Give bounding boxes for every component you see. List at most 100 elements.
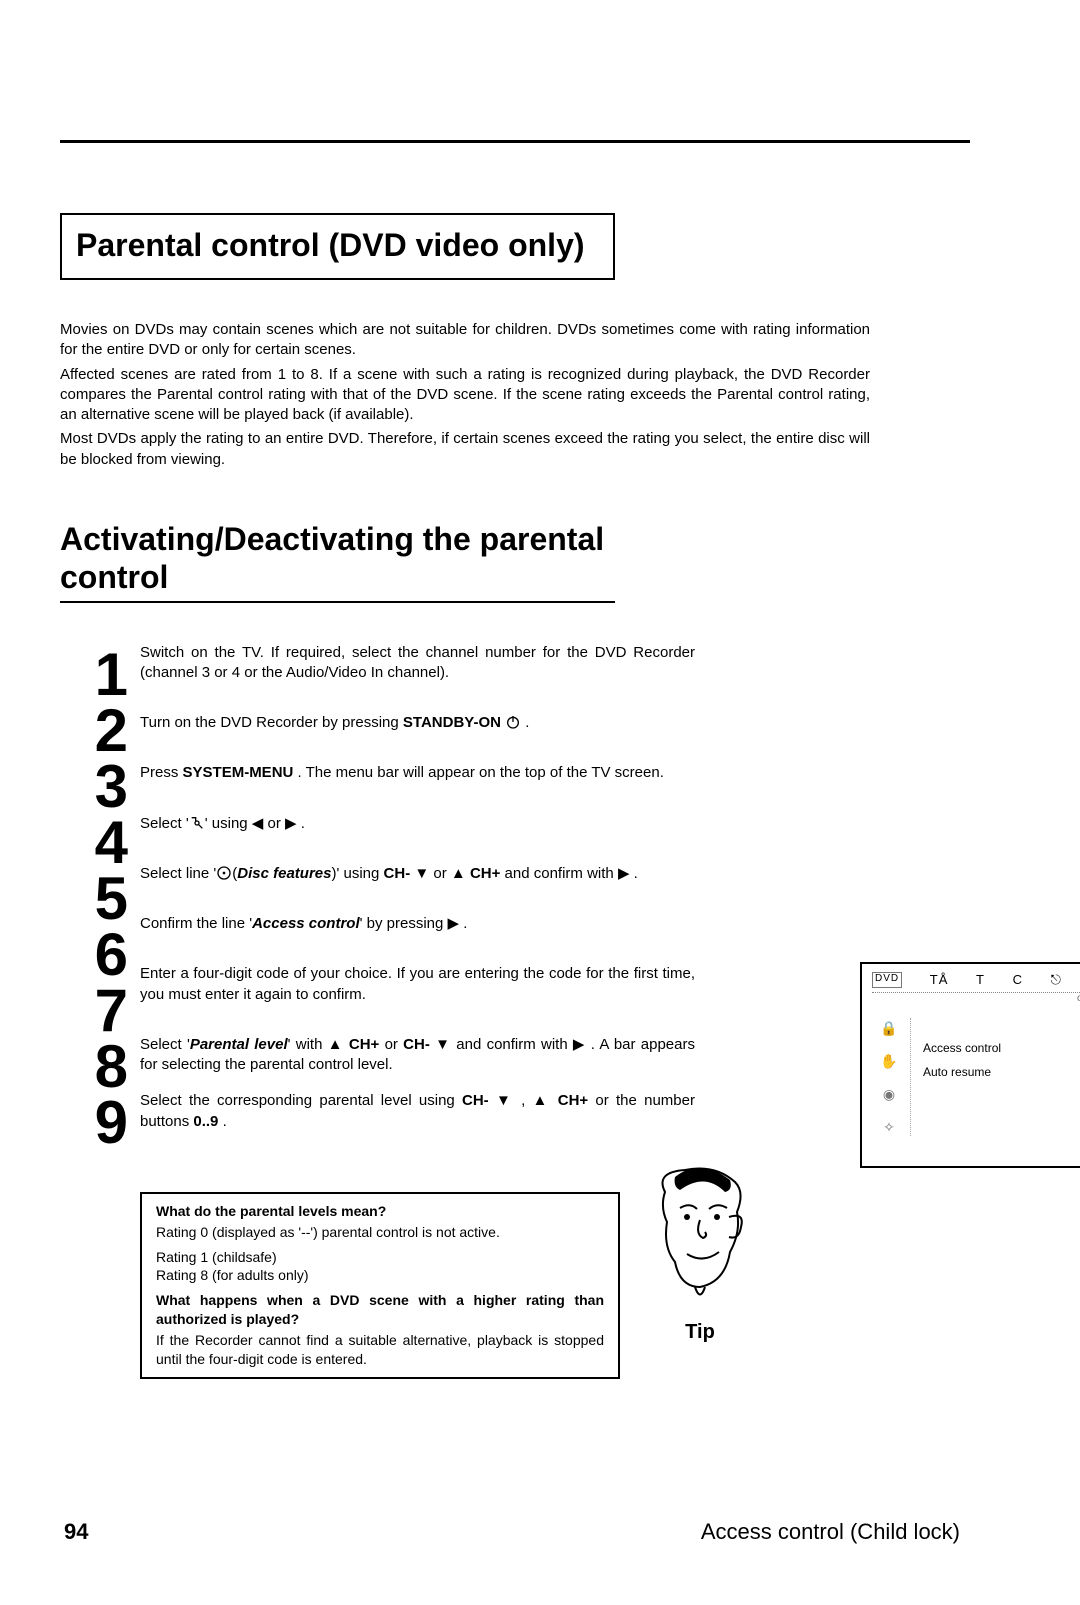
intro-p2: Affected scenes are rated from 1 to 8. I… (60, 365, 870, 426)
num-5: 5 (60, 871, 140, 927)
s8-c: ' with (288, 1036, 328, 1053)
step-9: Select the corresponding parental level … (140, 1091, 695, 1132)
parental-level-label: Parental level (190, 1036, 288, 1053)
tip-a2: If the Recorder cannot find a suitable a… (156, 1331, 604, 1369)
step-4: Select ' ' using ◀ or ▶ . (140, 814, 695, 834)
number-buttons-label: 0..9 (193, 1113, 218, 1130)
tip-label: Tip (640, 1321, 760, 1344)
ch-minus-label-3: CH- (462, 1092, 489, 1109)
right-arrow-icon-4: ▶ (573, 1036, 586, 1053)
osd-top-a: TÅ (930, 972, 949, 988)
footer-title: Access control (Child lock) (701, 1519, 960, 1545)
ch-plus-label-3: CH+ (558, 1092, 588, 1109)
steps-text: Switch on the TV. If required, select th… (140, 643, 695, 1162)
ch-plus-label: CH+ (470, 865, 500, 882)
s2-text: Turn on the DVD Recorder by pressing (140, 714, 403, 731)
s9-c: , (514, 1092, 533, 1109)
subsection-title: Activating/Deactivating the parental con… (60, 520, 710, 597)
step-8: Select 'Parental level' with ▲ CH+ or CH… (140, 1035, 695, 1076)
tip-face: Tip (640, 1162, 760, 1344)
s8-a: Select ' (140, 1036, 190, 1053)
osd-top-b: T (976, 972, 985, 988)
system-menu-label: SYSTEM-MENU (183, 764, 294, 781)
tip-box: What do the parental levels mean? Rating… (140, 1192, 780, 1379)
face-icon (645, 1162, 755, 1312)
step-5: Select line '(Disc features)' using CH- … (140, 864, 695, 884)
osd-dvd-badge: DVD (872, 972, 902, 988)
s6-a: Confirm the line ' (140, 915, 252, 932)
tip-a1c: Rating 8 (for adults only) (156, 1266, 604, 1285)
up-arrow-icon: ▲ (451, 865, 466, 882)
s4-b: ' using (205, 815, 252, 832)
num-4: 4 (60, 815, 140, 871)
s5-h: . (629, 865, 637, 882)
s5-e: or (429, 865, 451, 882)
footer: 94 Access control (Child lock) (60, 1519, 970, 1545)
num-7: 7 (60, 983, 140, 1039)
up-arrow-icon-3: ▲ (533, 1092, 551, 1109)
subsection-underline (60, 601, 615, 603)
left-arrow-icon: ◀ (252, 815, 264, 832)
s5-g: and confirm with (500, 865, 618, 882)
tip-a1b: Rating 1 (childsafe) (156, 1248, 604, 1267)
step-2: Turn on the DVD Recorder by pressing STA… (140, 713, 695, 733)
tip-a1a: Rating 0 (displayed as '--') parental co… (156, 1223, 604, 1242)
s9-g: . (218, 1113, 226, 1130)
down-arrow-icon: ▼ (414, 865, 429, 882)
intro-p1: Movies on DVDs may contain scenes which … (60, 320, 870, 361)
osd-lock-icon: 🔒 (880, 1020, 897, 1037)
s2-end: . (521, 714, 529, 731)
power-icon (505, 714, 521, 730)
step-1: Switch on the TV. If required, select th… (140, 643, 695, 684)
s5-c: )' using (331, 865, 383, 882)
num-3: 3 (60, 759, 140, 815)
ch-minus-label-2: CH- (403, 1036, 430, 1053)
osd-row1-key: Access control (923, 1041, 1001, 1059)
intro-block: Movies on DVDs may contain scenes which … (60, 320, 970, 470)
right-arrow-icon-2: ▶ (618, 865, 630, 882)
osd-top-d: ⎋ (1051, 972, 1062, 988)
down-arrow-icon-3: ▼ (496, 1092, 514, 1109)
num-8: 8 (60, 1039, 140, 1095)
disc-features-label: Disc features (237, 865, 331, 882)
ch-plus-label-2: CH+ (349, 1036, 379, 1053)
section-box-title: Parental control (DVD video only) (60, 213, 615, 280)
standby-on-label: STANDBY-ON (403, 714, 501, 731)
ch-minus-label: CH- (384, 865, 411, 882)
step-numbers: 1 2 3 4 5 6 7 8 9 (60, 643, 140, 1151)
up-arrow-icon-2: ▲ (328, 1036, 344, 1053)
s5-a: Select line ' (140, 865, 216, 882)
num-2: 2 (60, 703, 140, 759)
top-rule (60, 140, 970, 143)
osd-hand-icon: ✋ (880, 1053, 897, 1070)
wrench-icon (189, 815, 205, 831)
s3-c: . The menu bar will appear on the top of… (293, 764, 664, 781)
step-3: Press SYSTEM-MENU . The menu bar will ap… (140, 763, 695, 783)
osd-screenshot: DVD TÅ T C ⎋ ▭ ✎ ⊕ off no off 🔒 ✋ ◉ (860, 962, 1080, 1168)
s3-a: Press (140, 764, 183, 781)
s8-e: or (379, 1036, 403, 1053)
step-7: Enter a four-digit code of your choice. … (140, 964, 695, 1005)
num-9: 9 (60, 1095, 140, 1151)
osd-row2-key: Auto resume (923, 1065, 991, 1083)
s6-c: ' by pressing (360, 915, 448, 932)
right-arrow-icon: ▶ (285, 815, 297, 832)
num-6: 6 (60, 927, 140, 983)
tip-q1: What do the parental levels mean? (156, 1202, 604, 1221)
step-6: Confirm the line 'Access control' by pre… (140, 914, 695, 934)
page-number: 94 (64, 1519, 88, 1545)
osd-sparkle-icon: ✧ (883, 1119, 895, 1136)
osd-top-c: C (1013, 972, 1023, 988)
osd-record-icon: ◉ (883, 1086, 895, 1103)
intro-p3: Most DVDs apply the rating to an entire … (60, 429, 870, 470)
s4-c: or (263, 815, 285, 832)
access-control-label: Access control (252, 915, 360, 932)
tip-q2: What happens when a DVD scene with a hig… (156, 1291, 604, 1329)
disc-icon (216, 865, 232, 881)
s4-d: . (297, 815, 305, 832)
num-1: 1 (60, 647, 140, 703)
right-arrow-icon-3: ▶ (448, 915, 460, 932)
s8-g: and confirm with (451, 1036, 573, 1053)
s9-a: Select the corresponding parental level … (140, 1092, 462, 1109)
s4-a: Select ' (140, 815, 189, 832)
